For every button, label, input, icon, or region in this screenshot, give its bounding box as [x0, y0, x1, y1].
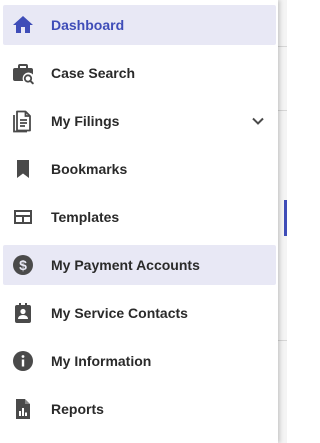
nav-item-label: My Service Contacts	[51, 305, 188, 321]
info-icon	[11, 349, 35, 373]
nav-item-label: My Filings	[51, 113, 120, 129]
nav-item-label: Dashboard	[51, 17, 125, 33]
nav-item-my-filings[interactable]: My Filings	[3, 101, 276, 141]
bookmark-icon	[11, 157, 35, 181]
contact-card-icon	[11, 301, 35, 325]
briefcase-search-icon	[11, 61, 35, 85]
report-icon	[11, 397, 35, 421]
nav-item-my-payment-accounts[interactable]: $ My Payment Accounts	[3, 245, 276, 285]
nav-item-reports[interactable]: Reports	[3, 389, 276, 429]
nav-item-label: Case Search	[51, 65, 136, 81]
nav-item-templates[interactable]: Templates	[3, 197, 276, 237]
nav-item-my-information[interactable]: My Information	[3, 341, 276, 381]
nav-item-my-service-contacts[interactable]: My Service Contacts	[3, 293, 276, 333]
divider	[278, 340, 287, 341]
document-icon	[11, 109, 35, 133]
home-icon	[11, 13, 35, 37]
background-accent-bar	[284, 200, 287, 236]
template-icon	[11, 205, 35, 229]
nav-item-bookmarks[interactable]: Bookmarks	[3, 149, 276, 189]
chevron-down-icon[interactable]	[246, 109, 270, 133]
nav-item-case-search[interactable]: Case Search	[3, 53, 276, 93]
nav-item-label: Bookmarks	[51, 161, 128, 177]
background-page-edge	[278, 0, 287, 443]
nav-item-label: My Payment Accounts	[51, 257, 200, 273]
navigation-drawer: Dashboard Case Search My Filings Bookmar…	[0, 0, 278, 443]
divider	[278, 110, 287, 111]
nav-item-dashboard[interactable]: Dashboard	[3, 5, 276, 45]
nav-item-label: My Information	[51, 353, 152, 369]
dollar-circle-icon: $	[11, 253, 35, 277]
divider	[278, 46, 287, 47]
nav-item-label: Templates	[51, 209, 120, 225]
nav-item-label: Reports	[51, 401, 104, 417]
svg-text:$: $	[19, 257, 27, 273]
